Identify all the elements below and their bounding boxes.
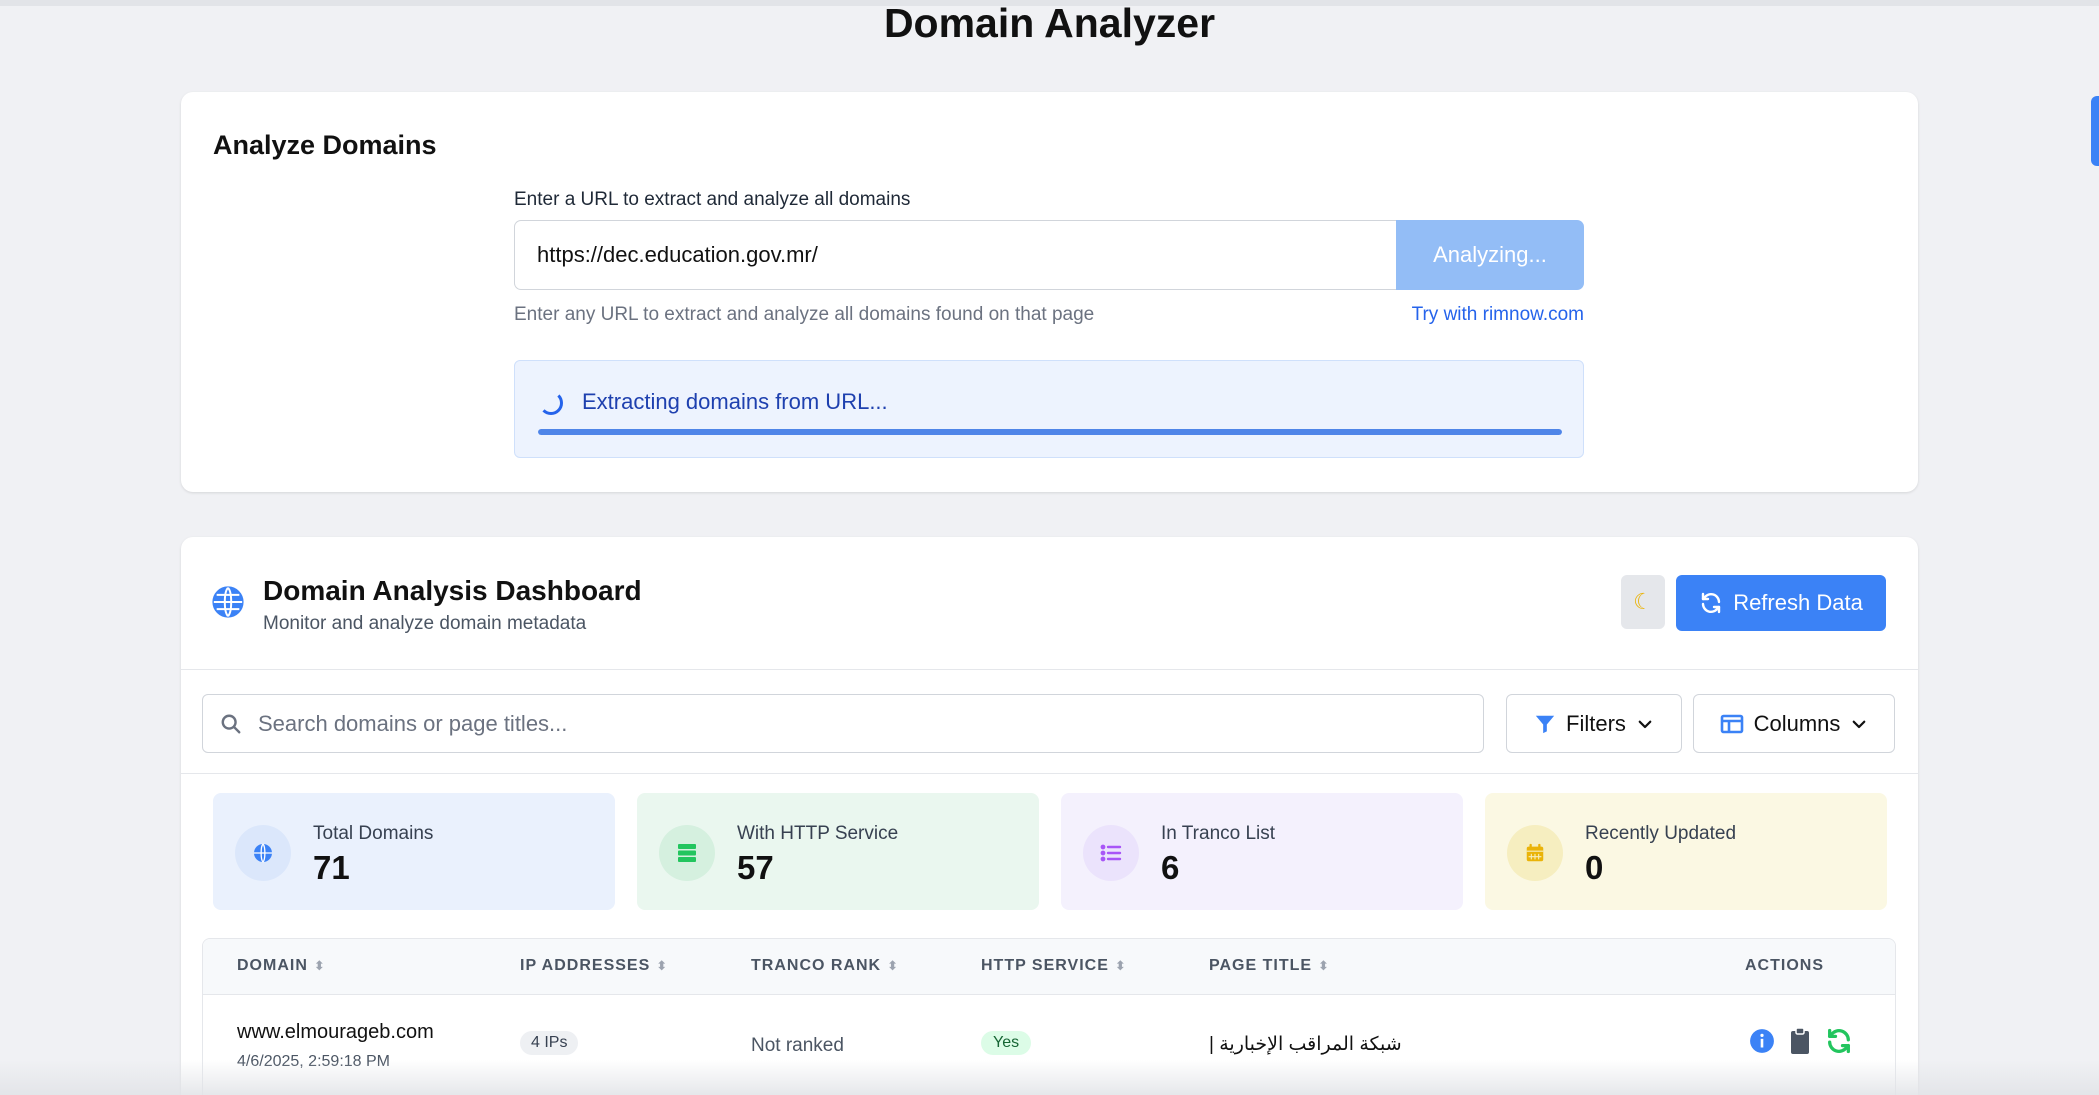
stat-card-total-domains: Total Domains 71 [213, 793, 615, 910]
column-header-domain[interactable]: DOMAIN ⬍ [237, 957, 325, 975]
column-header-http-service[interactable]: HTTP SERVICE ⬍ [981, 957, 1126, 975]
url-field-label: Enter a URL to extract and analyze all d… [514, 189, 911, 210]
refresh-data-button[interactable]: Refresh Data [1676, 575, 1886, 631]
chevron-down-icon [1638, 720, 1652, 728]
sort-icon: ⬍ [656, 958, 668, 973]
column-header-tranco-rank[interactable]: TRANCO RANK ⬍ [751, 957, 898, 975]
moon-icon: ☾ [1633, 589, 1653, 614]
page-title-cell: شبكة المراقب الإخبارية | [1209, 1034, 1402, 1055]
spinner-icon [539, 391, 563, 415]
filters-button[interactable]: Filters [1506, 694, 1682, 753]
refresh-label: Refresh Data [1733, 590, 1863, 615]
extraction-progress: Extracting domains from URL... [514, 360, 1584, 458]
tranco-rank-cell: Not ranked [751, 1035, 844, 1056]
globe-icon [211, 585, 245, 619]
http-status-badge: Yes [981, 1031, 1032, 1055]
analyze-button[interactable]: Analyzing... [1396, 220, 1584, 290]
toolbar-divider [181, 773, 1918, 774]
server-icon [659, 825, 715, 881]
side-edge-tab[interactable] [2091, 96, 2099, 166]
dashboard-title: Domain Analysis Dashboard [263, 575, 642, 606]
search-box[interactable] [202, 694, 1484, 753]
progress-track [538, 429, 1562, 435]
chevron-down-icon [1853, 720, 1866, 728]
try-example-link[interactable]: Try with rimnow.com [1412, 304, 1584, 326]
domain-name[interactable]: www.elmourageb.com [237, 1021, 434, 1044]
refresh-icon[interactable] [1825, 1027, 1853, 1055]
column-header-page-title[interactable]: PAGE TITLE ⬍ [1209, 957, 1329, 975]
clipboard-icon[interactable] [1788, 1027, 1812, 1055]
sort-icon: ⬍ [887, 958, 899, 973]
dashboard-card: Domain Analysis Dashboard Monitor and an… [181, 537, 1918, 1095]
stat-label: With HTTP Service [737, 823, 899, 844]
search-icon [221, 714, 241, 734]
stat-card-tranco-list: In Tranco List 6 [1061, 793, 1463, 910]
stat-card-http-service: With HTTP Service 57 [637, 793, 1039, 910]
row-actions [1749, 1027, 1853, 1055]
stat-label: Recently Updated [1585, 823, 1737, 844]
columns-label: Columns [1753, 710, 1841, 736]
header-divider [181, 669, 1918, 670]
search-input[interactable] [258, 703, 1458, 745]
sort-icon: ⬍ [1114, 958, 1126, 973]
stat-label: In Tranco List [1161, 823, 1276, 844]
dark-mode-toggle[interactable]: ☾ [1621, 575, 1665, 629]
bottom-fade [0, 1060, 2099, 1095]
column-header-ip-addresses[interactable]: IP ADDRESSES ⬍ [520, 957, 667, 975]
columns-button[interactable]: Columns [1693, 694, 1895, 753]
url-help-text: Enter any URL to extract and analyze all… [514, 304, 1095, 325]
table-header: DOMAIN ⬍ IP ADDRESSES ⬍ TRANCO RANK ⬍ HTTP … [203, 939, 1895, 995]
refresh-icon [1701, 592, 1721, 614]
list-icon [1083, 825, 1139, 881]
analyze-domains-card: Analyze Domains Enter a URL to extract a… [181, 92, 1918, 492]
stat-value: 6 [1161, 849, 1180, 886]
url-input[interactable] [514, 220, 1398, 290]
stat-value: 0 [1585, 849, 1604, 886]
filter-icon [1535, 715, 1555, 733]
dashboard-subtitle: Monitor and analyze domain metadata [263, 613, 587, 634]
sort-icon: ⬍ [313, 958, 325, 973]
columns-icon [1720, 714, 1743, 733]
info-icon[interactable] [1749, 1028, 1775, 1054]
ip-count-badge[interactable]: 4 IPs [520, 1031, 579, 1055]
stat-value: 71 [313, 849, 350, 886]
progress-fill [538, 429, 1562, 435]
page-title: Domain Analyzer [883, 0, 1216, 46]
analyze-heading: Analyze Domains [213, 130, 437, 160]
filters-label: Filters [1566, 710, 1626, 736]
stat-card-recently-updated: Recently Updated 0 [1485, 793, 1887, 910]
progress-text: Extracting domains from URL... [582, 389, 888, 414]
stat-value: 57 [737, 849, 774, 886]
calendar-icon [1507, 825, 1563, 881]
sort-icon: ⬍ [1318, 958, 1329, 973]
globe-icon [235, 825, 291, 881]
column-header-actions: ACTIONS [1745, 957, 1824, 974]
stat-label: Total Domains [313, 823, 434, 844]
